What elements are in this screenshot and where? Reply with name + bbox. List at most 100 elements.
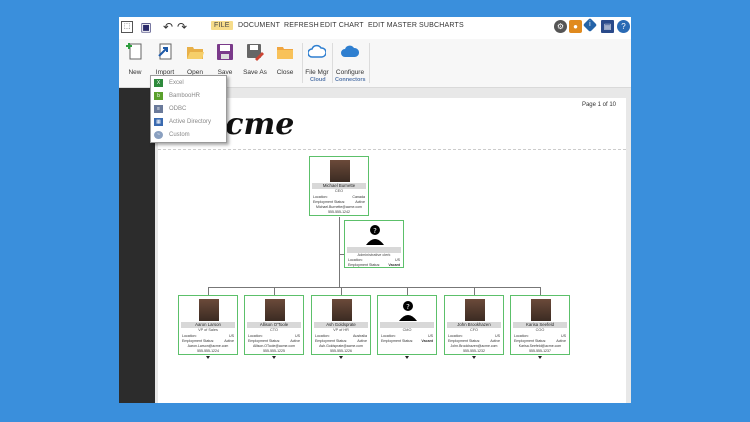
- org-node-report[interactable]: Allison O'Toole CTO Location: US Employment …: [244, 295, 304, 355]
- redo-icon[interactable]: ↷: [175, 20, 189, 34]
- menu-document[interactable]: DOCUMENT: [238, 22, 280, 29]
- save-as-button[interactable]: Save As: [240, 41, 270, 77]
- group-connectors-label: Connectors: [335, 77, 366, 83]
- menu-edit-master[interactable]: EDIT MASTER: [368, 22, 417, 29]
- status-value: Active: [556, 339, 566, 343]
- node-title: COO: [535, 328, 545, 332]
- custom-icon: ~: [154, 131, 163, 139]
- status-label: Employment Status:: [348, 263, 381, 267]
- expand-arrow-icon[interactable]: [538, 356, 542, 359]
- import-bamboohr-item[interactable]: b BambooHR: [154, 91, 224, 101]
- help-icon[interactable]: ?: [617, 20, 630, 33]
- odbc-icon: ≡: [154, 105, 163, 113]
- connector-line: [474, 287, 475, 295]
- org-node-report[interactable]: ? CMO Location: US Employment Status: Vacant: [377, 295, 437, 355]
- node-status-row: Employment Status: Active: [182, 339, 234, 343]
- location-value: US: [395, 258, 400, 262]
- save-icon[interactable]: ▣: [139, 20, 153, 34]
- new-button[interactable]: New: [120, 41, 150, 77]
- menu-subcharts[interactable]: SUBCHARTS: [419, 22, 464, 29]
- undo-icon[interactable]: ↶: [161, 20, 175, 34]
- connector-line: [339, 217, 340, 287]
- status-value: Active: [290, 339, 300, 343]
- import-item-label: Excel: [169, 80, 184, 86]
- ribbon-separator: [369, 43, 370, 83]
- org-node-ceo[interactable]: Michael Burnette CEO Location: Canada Emp…: [309, 156, 369, 216]
- open-button[interactable]: Open: [180, 41, 210, 77]
- location-value: US: [495, 334, 500, 338]
- active-directory-icon: ▦: [154, 118, 163, 126]
- avatar: [531, 299, 551, 321]
- org-node-report[interactable]: John Brookhazen CFO Location: US Employment …: [444, 295, 504, 355]
- org-node-assistant[interactable]: ? Administrative clerk Location: US Emplo…: [344, 220, 404, 268]
- expand-arrow-icon[interactable]: [472, 356, 476, 359]
- connector-line: [208, 287, 541, 288]
- save-button[interactable]: Save: [210, 41, 240, 77]
- node-phone: 555-555-1224: [197, 349, 219, 353]
- org-node-report[interactable]: Karisa Seefeld COO Location: US Employment S…: [510, 295, 570, 355]
- app-icon[interactable]: ⬚: [121, 21, 133, 33]
- node-location-row: Location: US: [381, 334, 433, 338]
- page-break-line: [158, 149, 626, 150]
- status-value: Active: [224, 339, 234, 343]
- node-title: CMO: [402, 328, 412, 332]
- menu-edit-chart[interactable]: EDIT CHART: [320, 22, 364, 29]
- save-icon: [217, 44, 233, 60]
- connector-line: [341, 287, 342, 295]
- expand-arrow-icon[interactable]: [206, 356, 210, 359]
- node-email: Aaron.Larson@acme.com: [187, 344, 229, 348]
- cloud-icon: [307, 44, 327, 58]
- expand-arrow-icon[interactable]: [339, 356, 343, 359]
- settings-icon[interactable]: ⚙: [554, 20, 567, 33]
- import-excel-item[interactable]: X Excel: [154, 78, 224, 88]
- import-button[interactable]: Import: [150, 41, 180, 77]
- import-item-label: Custom: [169, 132, 190, 138]
- configure-button[interactable]: Configure: [335, 41, 365, 77]
- info-icon[interactable]: i: [582, 17, 598, 33]
- avatar: [330, 160, 350, 182]
- node-status-row: Employment Status: Active: [315, 339, 367, 343]
- node-phone: 555-555-1232: [463, 349, 485, 353]
- import-dropdown: X Excel b BambooHR ≡ ODBC ▦ Active Direc…: [150, 75, 227, 143]
- status-label: Employment Status:: [248, 339, 281, 343]
- tag-icon[interactable]: ●: [569, 20, 582, 33]
- node-location-row: Location: US: [182, 334, 234, 338]
- node-title: CTO: [270, 328, 278, 332]
- close-label: Close: [276, 69, 294, 76]
- bamboohr-icon: b: [154, 92, 163, 100]
- expand-arrow-icon[interactable]: [405, 356, 409, 359]
- import-active-directory-item[interactable]: ▦ Active Directory: [154, 117, 224, 127]
- node-location-row: Location: US: [448, 334, 500, 338]
- save-as-label: Save As: [243, 69, 267, 76]
- app-window: ⬚ ▣ ↶ ↷ FILE DOCUMENT REFRESH EDIT CHART…: [119, 17, 631, 403]
- menu-refresh[interactable]: REFRESH: [284, 22, 319, 29]
- import-item-label: BambooHR: [169, 93, 201, 99]
- file-mgr-button[interactable]: File Mgr: [302, 41, 332, 77]
- node-title: CFO: [469, 328, 478, 332]
- panel-icon[interactable]: ▤: [601, 20, 614, 33]
- close-folder-icon: [277, 47, 293, 59]
- status-label: Employment Status:: [381, 339, 414, 343]
- node-phone: 555-555-1226: [330, 349, 352, 353]
- org-node-report[interactable]: Ash Goldsprate VP of HR Location: Australia…: [311, 295, 371, 355]
- menu-file[interactable]: FILE: [211, 21, 233, 30]
- group-cloud-label: Cloud: [310, 77, 326, 83]
- node-status-row: Employment Status: Active: [448, 339, 500, 343]
- org-node-report[interactable]: Aaron Larson VP of Sales Location: US Employ…: [178, 295, 238, 355]
- import-odbc-item[interactable]: ≡ ODBC: [154, 104, 224, 114]
- node-status-row: Employment Status: Active: [313, 200, 365, 204]
- node-email: Allison.OToole@acme.com: [252, 344, 296, 348]
- connector-line: [274, 287, 275, 295]
- node-status-row: Employment Status: Vacant: [348, 263, 400, 267]
- close-button[interactable]: Close: [270, 41, 300, 77]
- status-value: Active: [355, 200, 365, 204]
- node-status-row: Employment Status: Vacant: [381, 339, 433, 343]
- node-title: CEO: [334, 189, 344, 193]
- expand-arrow-icon[interactable]: [272, 356, 276, 359]
- vacant-avatar-icon: ?: [399, 301, 417, 321]
- location-value: US: [561, 334, 566, 338]
- open-folder-icon: [187, 47, 204, 59]
- save-as-icon: [247, 44, 264, 61]
- import-custom-item[interactable]: ~ Custom: [154, 130, 224, 140]
- status-value: Active: [357, 339, 367, 343]
